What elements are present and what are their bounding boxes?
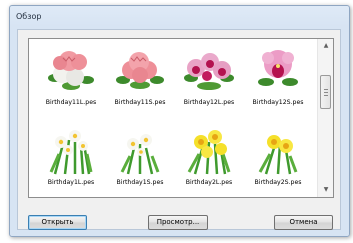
browse-dialog: Обзор Birthday11L.pes Birthday11S.pes Bi… — [9, 5, 350, 237]
file-name: Birthday2S.pes — [254, 179, 302, 186]
carnation-bouquet-thumbnail — [116, 52, 164, 89]
chevron-down-icon[interactable]: ▼ — [318, 183, 333, 197]
carnation-bouquet-thumbnail — [48, 51, 94, 90]
file-name: Birthday11S.pes — [114, 99, 166, 106]
file-name: Birthday12L.pes — [183, 99, 235, 106]
title-bar[interactable]: Обзор — [10, 6, 349, 28]
file-tile[interactable]: Birthday1S.pes — [106, 120, 174, 196]
dialog-title: Обзор — [16, 12, 42, 21]
dialog-client-area: Birthday11L.pes Birthday11S.pes Birthday… — [17, 29, 341, 230]
scrollbar-thumb[interactable] — [320, 75, 331, 109]
chevron-up-icon[interactable]: ▲ — [318, 39, 333, 53]
file-name: Birthday12S.pes — [252, 99, 304, 106]
yellow-flower-bouquet-thumbnail — [187, 130, 231, 175]
daffodil-bouquet-thumbnail — [120, 134, 160, 175]
grip-line — [324, 89, 328, 90]
file-tile[interactable]: Birthday11L.pes — [37, 40, 105, 116]
orchid-thumbnail — [258, 50, 298, 86]
vertical-scrollbar[interactable]: ▲ ▼ — [317, 39, 333, 197]
file-name: Birthday1L.pes — [47, 179, 95, 186]
file-thumbnail-list[interactable]: Birthday11L.pes Birthday11S.pes Birthday… — [28, 38, 334, 198]
file-tile[interactable]: Birthday12L.pes — [175, 40, 243, 116]
file-tile[interactable]: Birthday12S.pes — [244, 40, 312, 116]
file-tile[interactable]: Birthday11S.pes — [106, 40, 174, 116]
file-name: Birthday1S.pes — [116, 179, 164, 186]
file-name: Birthday2L.pes — [185, 179, 233, 186]
daffodil-bouquet-thumbnail — [49, 130, 93, 175]
grip-line — [324, 92, 328, 93]
grip-line — [324, 95, 328, 96]
preview-button[interactable]: Просмотр... — [148, 215, 208, 230]
yellow-flower-bouquet-thumbnail — [258, 135, 298, 175]
orchid-bouquet-thumbnail — [184, 53, 234, 90]
thumbnail-grid: Birthday11L.pes Birthday11S.pes Birthday… — [29, 39, 317, 197]
open-button[interactable]: Открыть — [28, 215, 87, 230]
file-tile[interactable]: Birthday1L.pes — [37, 120, 105, 196]
file-tile[interactable]: Birthday2L.pes — [175, 120, 243, 196]
cancel-button[interactable]: Отмена — [274, 215, 333, 230]
file-name: Birthday11L.pes — [45, 99, 97, 106]
file-tile[interactable]: Birthday2S.pes — [244, 120, 312, 196]
